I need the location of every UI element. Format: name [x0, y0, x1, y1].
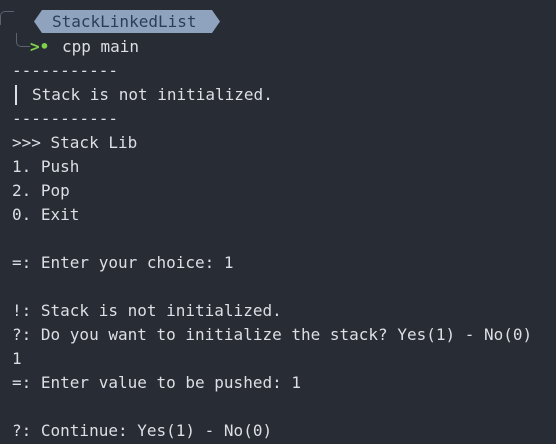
separator-top: ----------- [12, 61, 118, 80]
directory-name: StackLinkedList [52, 12, 197, 31]
init-answer: 1 [12, 349, 22, 368]
terminal-window[interactable]: StackLinkedList >• cpp main ----------- … [0, 0, 556, 444]
menu-item-exit: 0. Exit [12, 205, 80, 224]
prompt-frame-bottom [16, 33, 30, 47]
prompt-arrow-icon: >• [30, 37, 50, 56]
menu-item-pop: 2. Pop [12, 181, 70, 200]
value-prompt: =: Enter value to be pushed: 1 [12, 373, 301, 392]
menu-title: >>> Stack Lib [12, 133, 138, 152]
menu-item-push: 1. Push [12, 157, 80, 176]
directory-segment: StackLinkedList [20, 10, 220, 33]
prompt-frame-top [0, 11, 14, 25]
init-question: ?: Do you want to initialize the stack? … [12, 325, 533, 344]
separator-bottom: ----------- [12, 109, 118, 128]
command-text: cpp main [62, 37, 140, 56]
status-bar-marker [15, 85, 17, 105]
continue-question: ?: Continue: Yes(1) - No(0) [12, 421, 273, 440]
status-message: Stack is not initialized. [32, 85, 273, 104]
warning-message: !: Stack is not initialized. [12, 301, 282, 320]
choice-prompt: =: Enter your choice: 1 [12, 253, 234, 272]
